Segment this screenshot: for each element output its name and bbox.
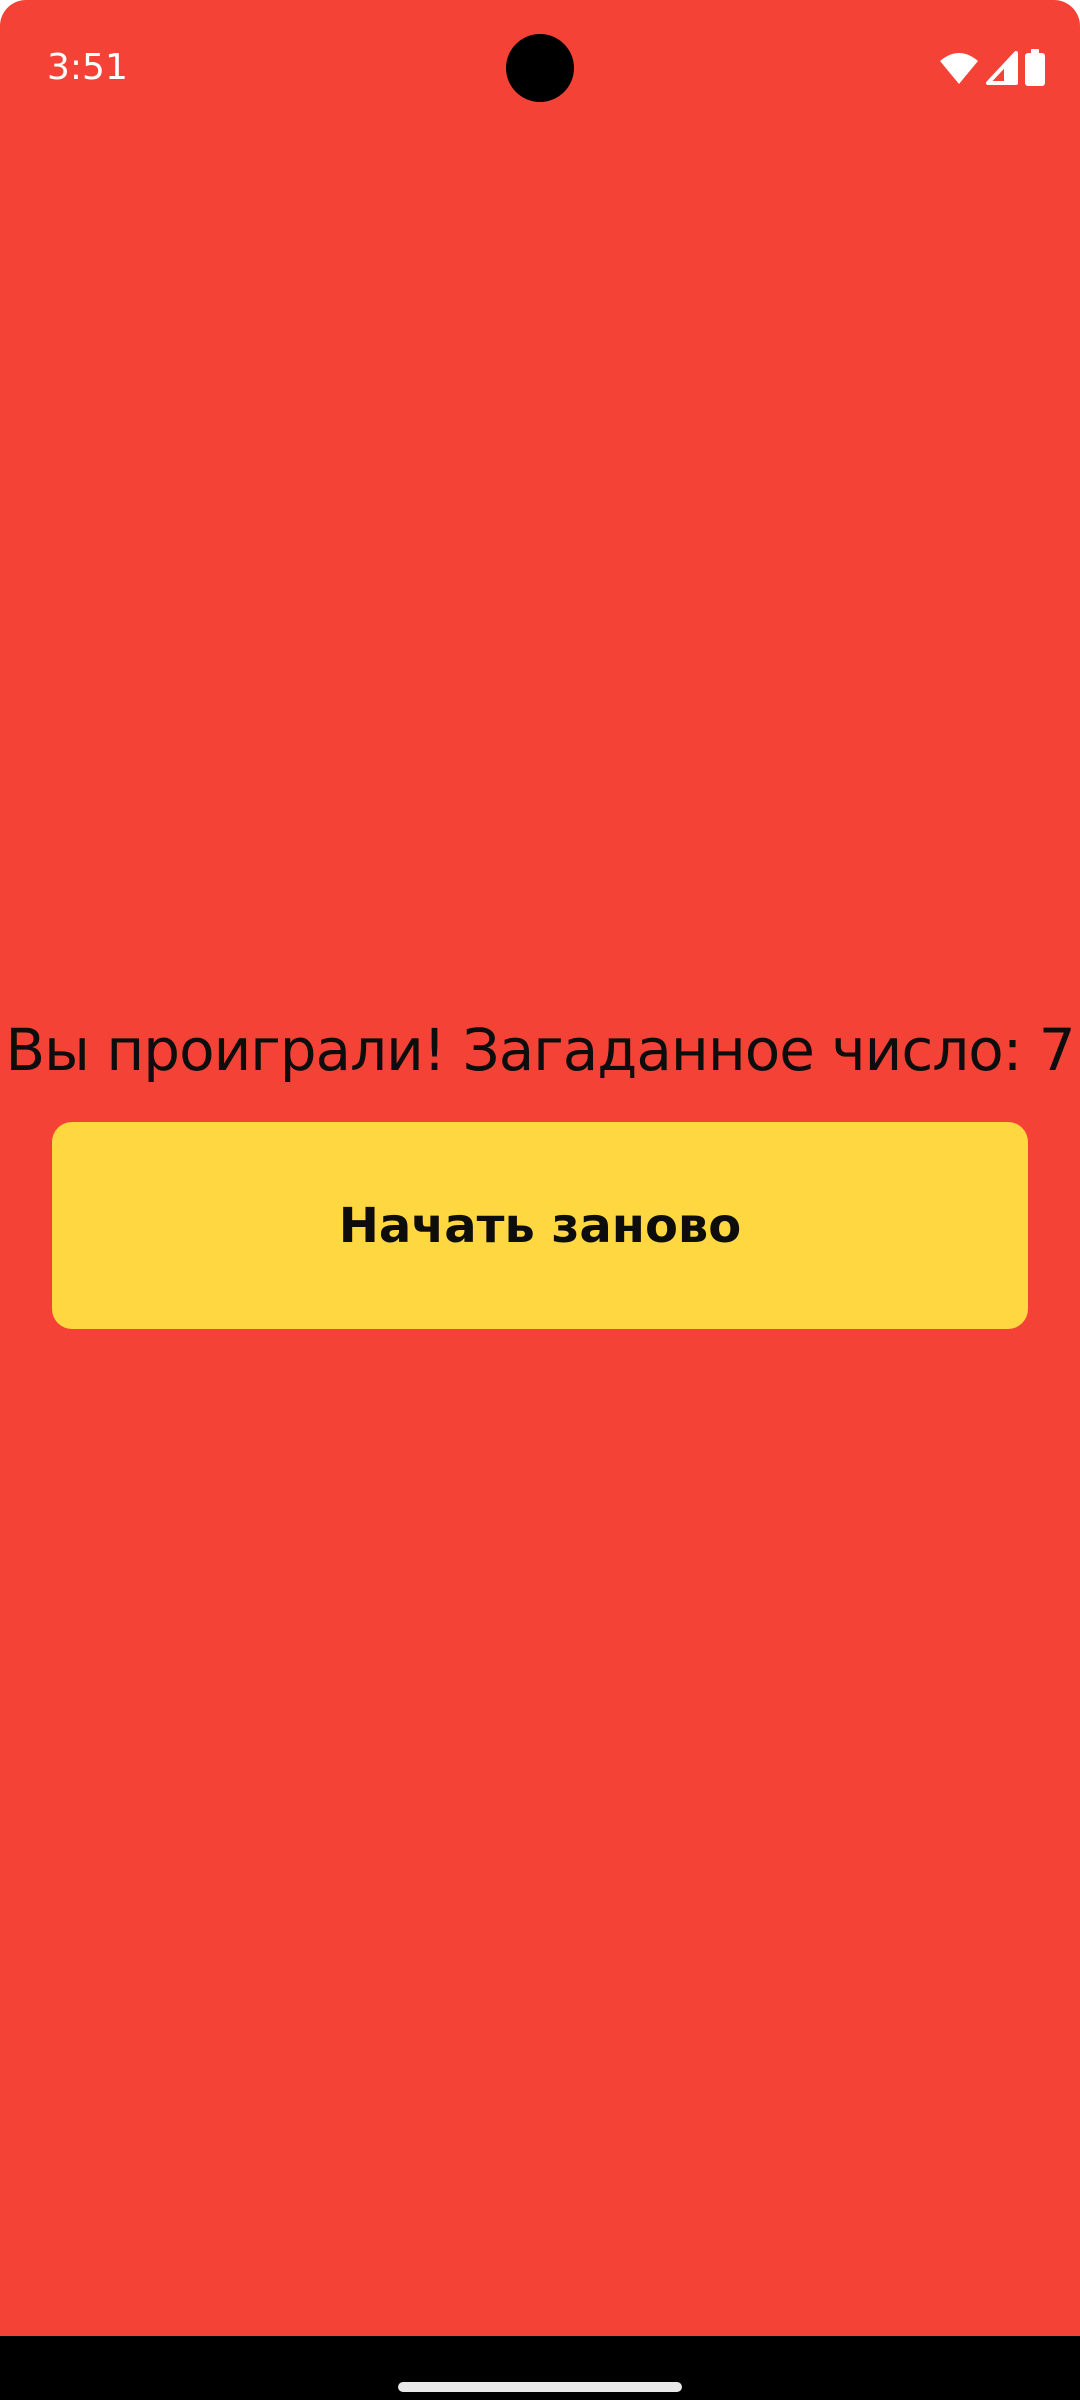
status-icons <box>938 48 1046 88</box>
home-indicator[interactable] <box>398 2382 682 2392</box>
restart-button-label: Начать заново <box>338 1197 742 1254</box>
cell-signal-icon <box>986 51 1018 85</box>
front-camera-cutout <box>506 34 574 102</box>
status-time: 3:51 <box>47 47 128 88</box>
restart-button[interactable]: Начать заново <box>52 1122 1028 1329</box>
app-screen: 3:51 Вы проиграли! Загаданное число: 7 Н… <box>0 0 1080 2336</box>
game-result-message: Вы проиграли! Загаданное число: 7 <box>5 1016 1075 1084</box>
status-bar: 3:51 <box>0 0 1080 136</box>
battery-icon <box>1024 49 1046 87</box>
wifi-icon <box>938 51 980 85</box>
